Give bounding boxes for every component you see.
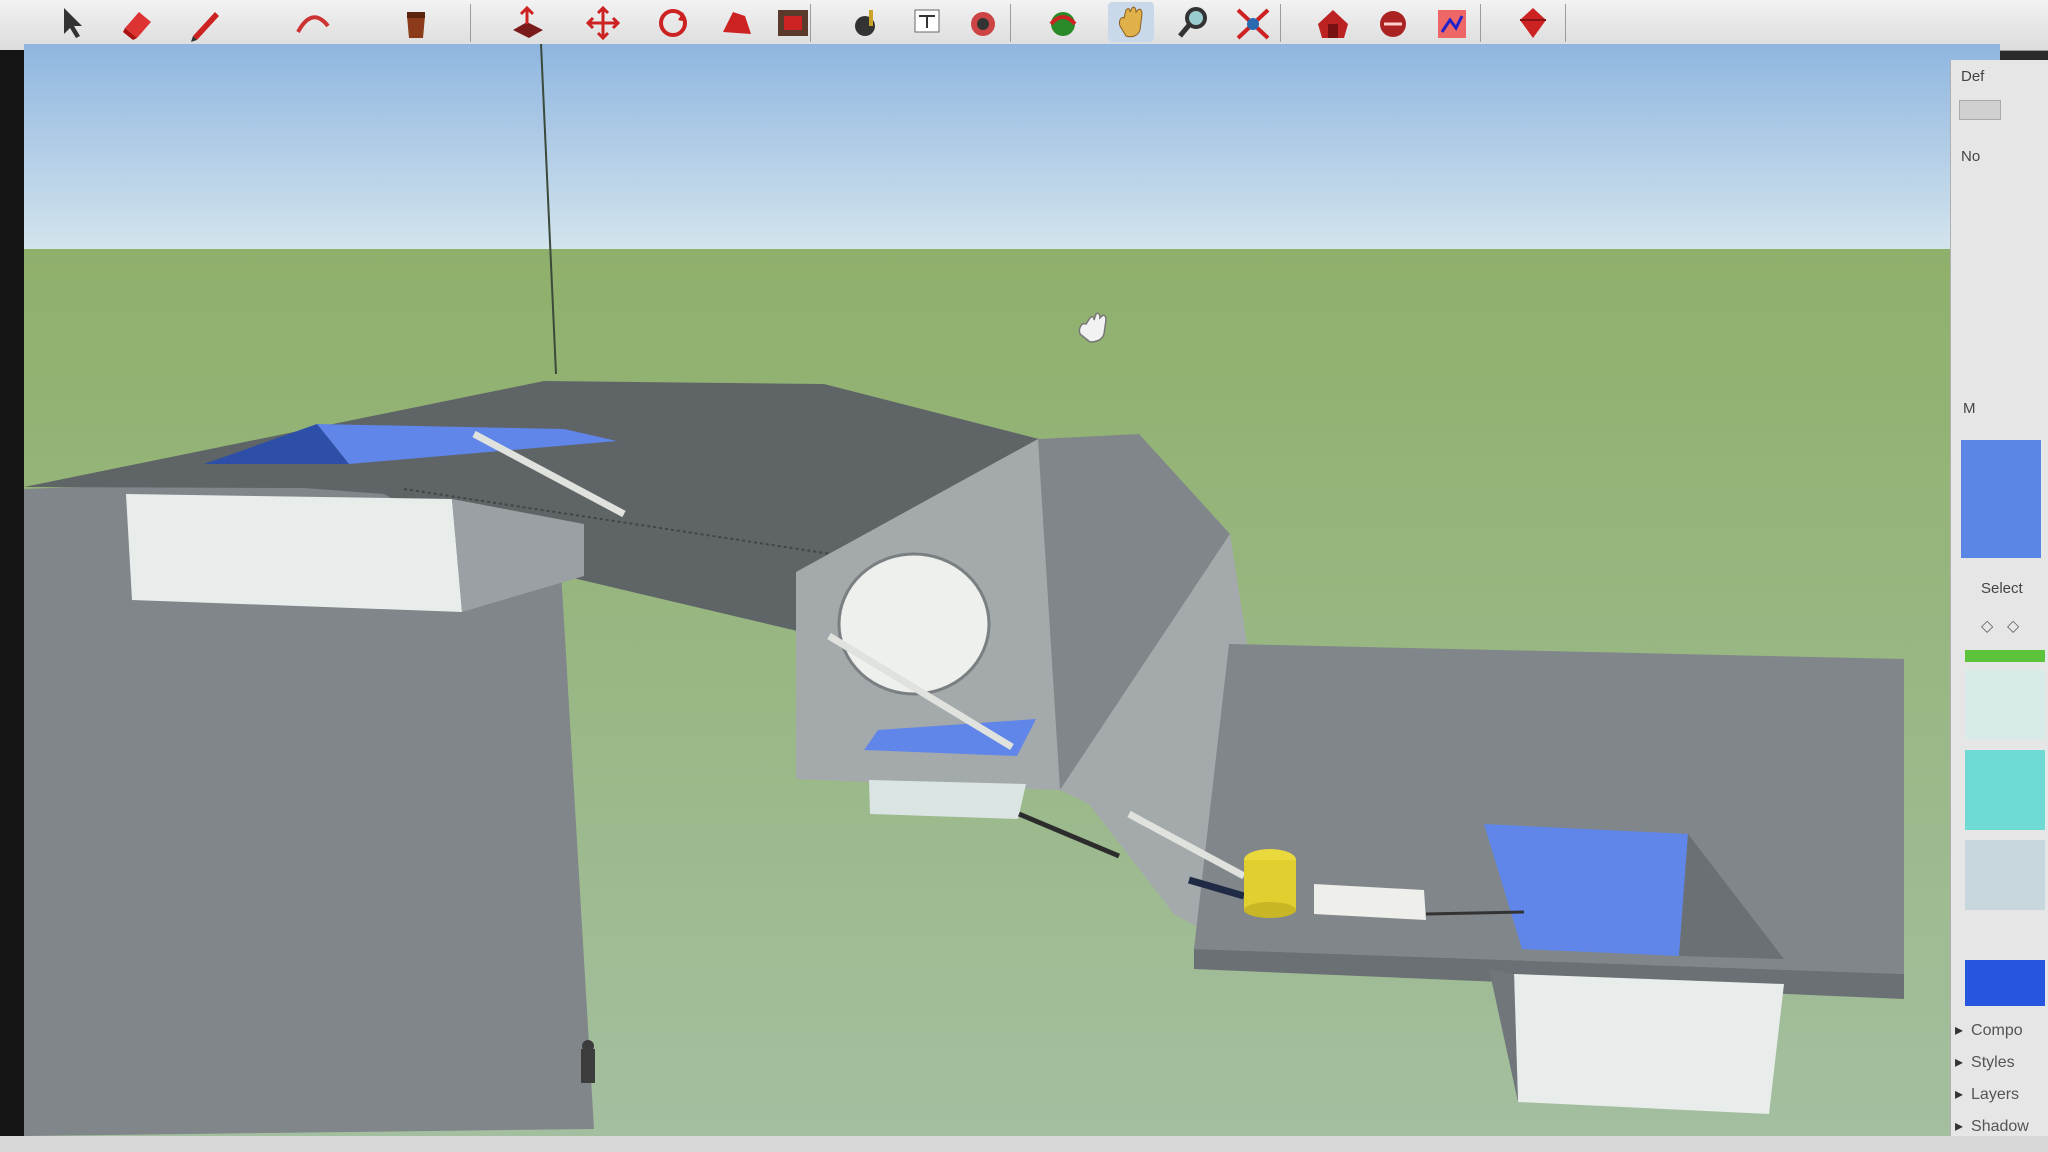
right-tray: Def No M Select ◇ ◇ Compo Styles Layers …: [1950, 60, 2048, 1152]
3d-viewport[interactable]: [24, 44, 2000, 1136]
yellow-cylinder-bottom: [1244, 902, 1296, 918]
tape-measure-icon: [855, 10, 875, 36]
follow-me-tool[interactable]: [715, 2, 761, 42]
push-pull-tool[interactable]: [505, 2, 551, 42]
text-icon: [914, 9, 940, 33]
text-tool[interactable]: [905, 2, 951, 42]
swatch-blue[interactable]: [1965, 960, 2045, 1006]
white-box: [1314, 884, 1426, 920]
swatch-pale-green[interactable]: [1965, 670, 2045, 740]
ruby-icon: [1520, 8, 1546, 38]
right-block-front: [1514, 974, 1784, 1114]
magnifier-icon: [1178, 7, 1207, 38]
orbit-icon: [1049, 12, 1077, 36]
toolbar-separator: [470, 4, 471, 42]
paint-bucket-tool[interactable]: [395, 2, 441, 42]
move-icon: [585, 5, 621, 41]
warehouse-tool[interactable]: [1310, 2, 1356, 42]
extension-icon: [1438, 10, 1466, 38]
share-model-tool[interactable]: [1370, 2, 1416, 42]
push-pull-icon: [513, 5, 543, 38]
components-panel-header[interactable]: Compo: [1955, 1020, 2023, 1040]
arc-tool[interactable]: [290, 2, 336, 42]
hand-icon: [1119, 6, 1143, 38]
tape-measure-tool[interactable]: [845, 2, 891, 42]
shadows-panel-header[interactable]: Shadow: [1955, 1116, 2029, 1136]
zoom-extents-icon: [1236, 8, 1270, 40]
toolbar-separator: [1280, 4, 1281, 42]
human-scale-figure: [581, 1040, 595, 1083]
arrow-icon: [64, 8, 82, 38]
rotate-tool[interactable]: [650, 2, 696, 42]
eraser-tool[interactable]: [115, 2, 161, 42]
toolbar-separator: [810, 4, 811, 42]
move-tool[interactable]: [580, 2, 626, 42]
select-tool[interactable]: [50, 2, 96, 42]
3d-text-icon: [971, 12, 995, 36]
round-window: [837, 552, 991, 696]
swatch-turquoise[interactable]: [1965, 750, 2045, 830]
status-bar: [0, 1136, 2048, 1152]
highlight-bar: [1965, 650, 2045, 662]
toolbar-separator: [1480, 4, 1481, 42]
layers-panel-header[interactable]: Layers: [1955, 1084, 2019, 1104]
extension-tool[interactable]: [1430, 2, 1476, 42]
orbit-tool[interactable]: [1040, 2, 1086, 42]
styles-panel-header[interactable]: Styles: [1955, 1052, 2015, 1072]
pencil-icon: [191, 12, 219, 42]
tray-dropdown[interactable]: [1959, 100, 2001, 120]
zoom-extents-tool[interactable]: [1230, 2, 1276, 42]
materials-header[interactable]: M: [1963, 400, 1976, 417]
follow-me-icon: [723, 12, 751, 34]
swatch-light-gray[interactable]: [1965, 840, 2045, 910]
ruby-console-tool[interactable]: [1510, 2, 1556, 42]
mid-under-block: [869, 780, 1026, 819]
forward-icon[interactable]: ◇: [2007, 616, 2027, 635]
paint-bucket-icon: [407, 12, 425, 38]
sky: [24, 44, 2000, 264]
line-tool[interactable]: [185, 2, 231, 42]
zoom-tool[interactable]: [1170, 2, 1216, 42]
arc-icon: [296, 15, 330, 33]
back-icon[interactable]: ◇: [1981, 616, 2001, 635]
select-tab[interactable]: Select: [1981, 580, 2023, 597]
share-model-icon: [1380, 11, 1406, 37]
material-preview-swatch: [1961, 440, 2041, 558]
material-name: No: [1961, 148, 1981, 165]
eraser-icon: [123, 12, 151, 40]
toolbar-separator: [1565, 4, 1566, 42]
rotate-icon: [659, 9, 687, 37]
connector-line: [1425, 910, 1525, 916]
pan-tool[interactable]: [1108, 2, 1154, 42]
3d-text-tool[interactable]: [960, 2, 1006, 42]
default-tray-label: Def: [1961, 68, 1985, 85]
left-block-face: [126, 494, 462, 612]
toolbar-separator: [1010, 4, 1011, 42]
monitor-bezel: [0, 50, 24, 1152]
warehouse-icon: [1318, 10, 1348, 38]
